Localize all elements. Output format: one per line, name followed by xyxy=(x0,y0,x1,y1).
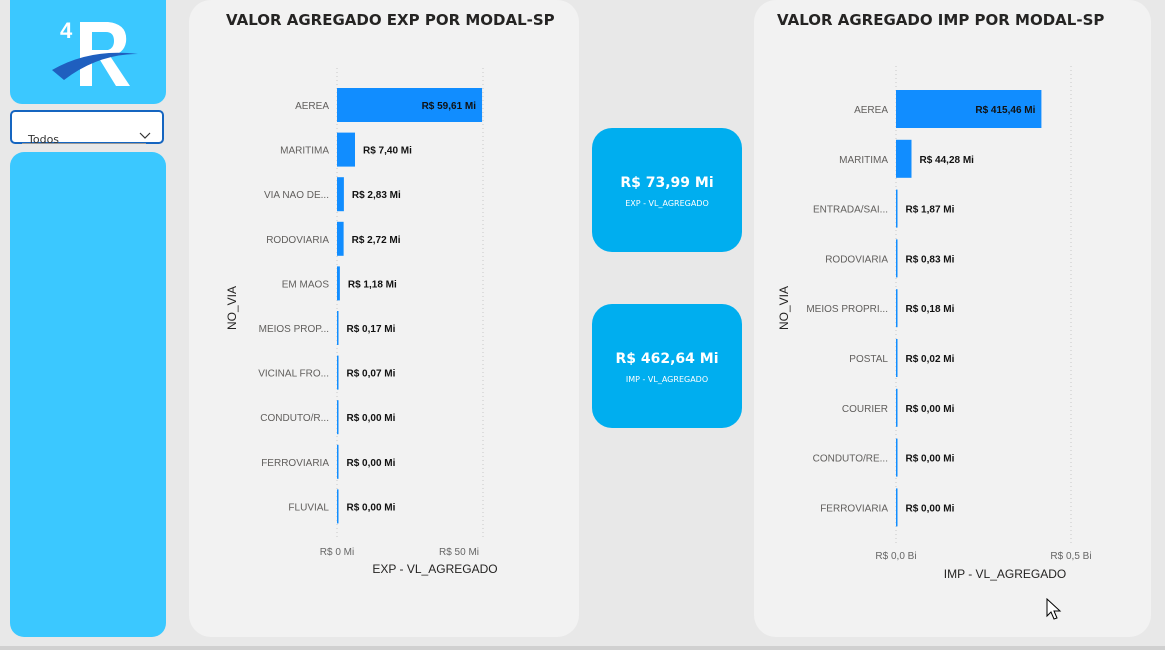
imp-bar xyxy=(896,339,898,377)
imp-category-label: POSTAL xyxy=(849,354,888,365)
exp-category-label: MEIOS PROP... xyxy=(259,324,329,335)
imp-data-label: R$ 0,00 Mi xyxy=(906,454,955,465)
imp-data-label: R$ 0,83 Mi xyxy=(906,254,955,265)
exp-category-label: FERROVIARIA xyxy=(261,458,329,469)
imp-bar xyxy=(896,239,898,278)
exp-tick-1: R$ 50 Mi xyxy=(439,547,479,558)
exp-data-label: R$ 0,00 Mi xyxy=(347,413,396,424)
exp-data-label: R$ 0,17 Mi xyxy=(347,324,396,335)
imp-category-label: RODOVIARIA xyxy=(825,254,888,265)
exp-category-label: VICINAL FRO... xyxy=(258,369,329,380)
exp-category-label: RODOVIARIA xyxy=(266,235,329,246)
imp-bar xyxy=(896,438,898,477)
kpi-imp-value: R$ 462,64 Mi xyxy=(615,351,719,367)
exp-category-label: FLUVIAL xyxy=(288,502,329,513)
exp-bar xyxy=(337,177,344,212)
imp-tick-1: R$ 0,5 Bi xyxy=(1050,551,1091,562)
exp-category-label: CONDUTO/R... xyxy=(260,413,329,424)
company-logo: 4 xyxy=(52,18,138,86)
imp-category-label: MARITIMA xyxy=(839,155,888,166)
imp-bar xyxy=(896,289,898,328)
exp-bar xyxy=(337,355,339,390)
exp-tick-0: R$ 0 Mi xyxy=(320,547,354,558)
imp-xlabel: IMP - VL_AGREGADO xyxy=(944,567,1066,581)
exp-category-label: MARITIMA xyxy=(280,146,329,157)
kpi-exp-value: R$ 73,99 Mi xyxy=(620,175,714,191)
modal-filter-dropdown[interactable]: Todos xyxy=(10,110,164,146)
imp-tick-0: R$ 0,0 Bi xyxy=(875,551,916,562)
imp-data-label: R$ 1,87 Mi xyxy=(906,205,955,216)
mouse-cursor-icon xyxy=(1046,598,1062,620)
exp-bar-chart: NO_VIA EXP - VL_AGREGADO R$ 0 Mi R$ 50 M… xyxy=(225,68,498,576)
chevron-down-icon[interactable] xyxy=(139,132,151,140)
imp-data-label: R$ 0,18 Mi xyxy=(906,304,955,315)
exp-data-label: R$ 2,72 Mi xyxy=(352,235,401,246)
dropdown-underline xyxy=(22,143,146,144)
dropdown-value: Todos xyxy=(28,133,60,146)
exp-xlabel: EXP - VL_AGREGADO xyxy=(372,562,497,576)
imp-bar-chart: NO_VIA IMP - VL_AGREGADO R$ 0,0 Bi R$ 0,… xyxy=(777,66,1092,581)
exp-data-label: R$ 59,61 Mi xyxy=(422,101,477,112)
imp-bar xyxy=(896,488,898,527)
exp-data-label: R$ 0,00 Mi xyxy=(347,458,396,469)
kpi-imp-label: IMP - VL_AGREGADO xyxy=(625,375,709,384)
exp-bar xyxy=(337,132,356,167)
imp-data-label: R$ 0,02 Mi xyxy=(906,354,955,365)
imp-category-label: CONDUTO/RE... xyxy=(813,454,888,465)
exp-bar xyxy=(337,400,339,435)
exp-ylabel: NO_VIA xyxy=(225,286,239,330)
imp-bar xyxy=(896,388,898,427)
imp-data-label: R$ 415,46 Mi xyxy=(975,105,1035,116)
svg-text:4: 4 xyxy=(60,18,73,43)
imp-category-label: MEIOS PROPRI... xyxy=(806,304,888,315)
imp-category-label: COURIER xyxy=(842,404,888,415)
kpi-card-imp[interactable]: R$ 462,64 Mi IMP - VL_AGREGADO xyxy=(592,304,742,428)
imp-category-label: ENTRADA/SAI... xyxy=(813,205,888,216)
exp-data-label: R$ 2,83 Mi xyxy=(352,190,401,201)
exp-bar xyxy=(337,489,339,524)
imp-data-label: R$ 0,00 Mi xyxy=(906,503,955,514)
exp-category-label: EM MAOS xyxy=(282,279,330,290)
exp-category-label: VIA NAO DE... xyxy=(264,190,329,201)
exp-data-label: R$ 7,40 Mi xyxy=(363,146,412,157)
exp-bar xyxy=(337,221,344,256)
logo-panel: 4 xyxy=(10,0,166,104)
exp-data-label: R$ 0,07 Mi xyxy=(347,369,396,380)
imp-ylabel: NO_VIA xyxy=(777,286,791,330)
exp-data-label: R$ 1,18 Mi xyxy=(348,279,397,290)
kpi-card-exp[interactable]: R$ 73,99 Mi EXP - VL_AGREGADO xyxy=(592,128,742,252)
bottom-scrollbar[interactable] xyxy=(0,646,1165,650)
imp-category-label: AEREA xyxy=(854,105,888,116)
kpi-exp-label: EXP - VL_AGREGADO xyxy=(625,199,709,208)
imp-category-label: FERROVIARIA xyxy=(820,503,888,514)
exp-data-label: R$ 0,00 Mi xyxy=(347,502,396,513)
exp-bar xyxy=(337,444,339,479)
imp-bar xyxy=(896,189,898,228)
exp-bar xyxy=(337,266,340,301)
imp-bar xyxy=(896,139,912,178)
exp-bar xyxy=(337,311,339,345)
imp-data-label: R$ 44,28 Mi xyxy=(919,155,974,166)
imp-data-label: R$ 0,00 Mi xyxy=(906,404,955,415)
exp-chart-card: VALOR AGREGADO EXP POR MODAL-SP NO_VIA E… xyxy=(189,0,579,637)
sidebar-panel xyxy=(10,152,166,637)
imp-chart-card: VALOR AGREGADO IMP POR MODAL-SP NO_VIA I… xyxy=(754,0,1151,637)
exp-category-label: AEREA xyxy=(295,101,329,112)
